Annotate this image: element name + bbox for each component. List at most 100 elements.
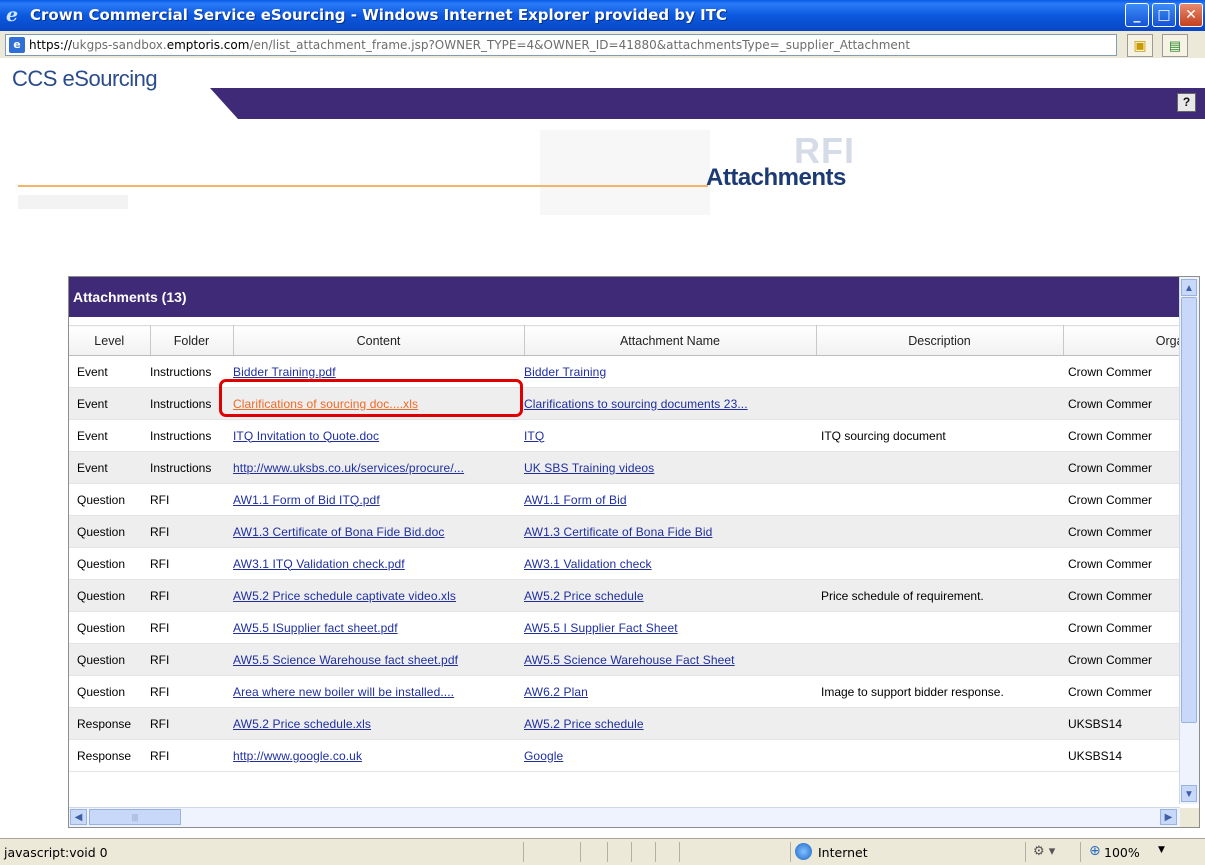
folder-cell: RFI bbox=[150, 748, 170, 763]
content-link[interactable]: Bidder Training.pdf bbox=[233, 365, 336, 379]
vertical-scrollbar[interactable]: ▲ ▼ bbox=[1179, 277, 1199, 804]
table-row: Question RFI AW1.3 Certificate of Bona Fid… bbox=[69, 515, 1199, 548]
zoom-level[interactable]: 100% bbox=[1104, 845, 1140, 860]
vertical-scroll-thumb[interactable] bbox=[1181, 297, 1197, 723]
description-column-cell bbox=[816, 515, 1063, 548]
organization-cell: Crown Commer bbox=[1068, 620, 1153, 635]
address-field[interactable]: e https://ukgps-sandbox.emptoris.com/en/l… bbox=[5, 34, 1117, 56]
level-column-cell: Event bbox=[69, 387, 150, 420]
content-column-cell: Area where new boiler will be installed.… bbox=[233, 675, 524, 708]
scroll-down-arrow-icon[interactable]: ▼ bbox=[1181, 785, 1197, 802]
table-row: Question RFI AW5.2 Price schedule captivat… bbox=[69, 579, 1199, 612]
scroll-up-arrow-icon[interactable]: ▲ bbox=[1181, 279, 1197, 296]
level-column-cell: Question bbox=[69, 643, 150, 676]
protected-mode-icon[interactable]: ⚙ ▾ bbox=[1033, 844, 1055, 859]
attachment-name-link[interactable]: Clarifications to sourcing documents 23.… bbox=[524, 397, 748, 411]
lock-icon[interactable]: ▣ bbox=[1127, 34, 1153, 57]
description-column-cell bbox=[816, 451, 1063, 484]
folder-cell: Instructions bbox=[150, 364, 212, 379]
maximize-button[interactable]: □ bbox=[1152, 3, 1176, 27]
folder-column-cell: RFI bbox=[150, 675, 233, 708]
close-button[interactable]: ✕ bbox=[1179, 3, 1203, 27]
column-header-level[interactable]: Level bbox=[69, 325, 151, 356]
description-column-cell bbox=[816, 707, 1063, 740]
scroll-right-arrow-icon[interactable]: ▶ bbox=[1160, 809, 1177, 825]
folder-column-cell: RFI bbox=[150, 611, 233, 644]
attachment-name-link[interactable]: AW6.2 Plan bbox=[524, 685, 588, 699]
table-row: Response RFI http://www.google.co.uk Google… bbox=[69, 739, 1199, 772]
level-column-cell: Question bbox=[69, 515, 150, 548]
folder-cell: RFI bbox=[150, 684, 170, 699]
content-link[interactable]: AW1.1 Form of Bid ITQ.pdf bbox=[233, 493, 380, 507]
content-link[interactable]: http://www.google.co.uk bbox=[233, 749, 362, 763]
attachment-name-link[interactable]: AW3.1 Validation check bbox=[524, 557, 652, 571]
attachment-name-link[interactable]: ITQ bbox=[524, 429, 544, 443]
scroll-corner bbox=[1180, 808, 1199, 827]
column-header-description[interactable]: Description bbox=[816, 325, 1064, 356]
folder-column-cell: Instructions bbox=[150, 419, 233, 452]
organization-cell: Crown Commer bbox=[1068, 460, 1153, 475]
content-link[interactable]: Area where new boiler will be installed.… bbox=[233, 685, 454, 699]
content-column-cell: AW3.1 ITQ Validation check.pdf bbox=[233, 547, 524, 580]
content-column-cell: AW5.2 Price schedule.xls bbox=[233, 707, 524, 740]
level-cell: Question bbox=[77, 492, 126, 507]
name-column-cell: AW1.1 Form of Bid bbox=[524, 483, 816, 516]
horizontal-scroll-thumb[interactable]: ||| bbox=[89, 809, 181, 825]
window-title-bar[interactable]: e Crown Commercial Service eSourcing - W… bbox=[0, 0, 1205, 31]
description-column-cell bbox=[816, 483, 1063, 516]
content-link[interactable]: http://www.uksbs.co.uk/services/procure/… bbox=[233, 461, 464, 475]
name-column-cell: AW5.5 Science Warehouse Fact Sheet bbox=[524, 643, 816, 676]
attachment-name-link[interactable]: AW5.2 Price schedule bbox=[524, 589, 644, 603]
content-link[interactable]: AW5.2 Price schedule.xls bbox=[233, 717, 371, 731]
help-icon[interactable]: ? bbox=[1177, 93, 1196, 112]
content-link[interactable]: AW5.5 Science Warehouse fact sheet.pdf bbox=[233, 653, 458, 667]
attachment-name-link[interactable]: Google bbox=[524, 749, 563, 763]
content-column-cell: http://www.uksbs.co.uk/services/procure/… bbox=[233, 451, 524, 484]
name-column-cell: Google bbox=[524, 739, 816, 772]
folder-cell: Instructions bbox=[150, 428, 212, 443]
folder-column-cell: RFI bbox=[150, 547, 233, 580]
content-link[interactable]: AW5.5 ISupplier fact sheet.pdf bbox=[233, 621, 398, 635]
ie-logo-icon: e bbox=[6, 4, 19, 26]
horizontal-scrollbar[interactable]: ◀ ||| ▶ bbox=[69, 807, 1180, 827]
level-column-cell: Question bbox=[69, 675, 150, 708]
content-link[interactable]: AW5.2 Price schedule captivate video.xls bbox=[233, 589, 456, 603]
organization-cell: Crown Commer bbox=[1068, 428, 1153, 443]
table-row: Question RFI AW1.1 Form of Bid ITQ.pdf AW1.… bbox=[69, 483, 1199, 516]
content-link[interactable]: ITQ Invitation to Quote.doc bbox=[233, 429, 379, 443]
attachment-name-link[interactable]: UK SBS Training videos bbox=[524, 461, 654, 475]
table-row: Event Instructions ITQ Invitation to Quote… bbox=[69, 419, 1199, 452]
organization-cell: Crown Commer bbox=[1068, 556, 1153, 571]
column-header-folder[interactable]: Folder bbox=[150, 325, 234, 356]
description-column-cell bbox=[816, 643, 1063, 676]
minimize-button[interactable]: _ bbox=[1125, 3, 1149, 27]
status-separator bbox=[580, 842, 581, 862]
content-link[interactable]: AW3.1 ITQ Validation check.pdf bbox=[233, 557, 405, 571]
status-separator bbox=[790, 842, 791, 862]
column-header-content[interactable]: Content bbox=[233, 325, 525, 356]
level-cell: Question bbox=[77, 684, 126, 699]
folder-column-cell: RFI bbox=[150, 515, 233, 548]
scroll-left-arrow-icon[interactable]: ◀ bbox=[70, 809, 87, 825]
attachment-name-link[interactable]: AW5.5 I Supplier Fact Sheet bbox=[524, 621, 678, 635]
header-decoration-small bbox=[18, 195, 128, 209]
zoom-icon[interactable]: ⊕ bbox=[1089, 843, 1101, 859]
level-column-cell: Question bbox=[69, 579, 150, 612]
name-column-cell: AW5.2 Price schedule bbox=[524, 707, 816, 740]
attachments-frame: Attachments (13) Level Folder Content At… bbox=[68, 276, 1200, 828]
content-link[interactable]: AW1.3 Certificate of Bona Fide Bid.doc bbox=[233, 525, 444, 539]
attachment-name-link[interactable]: Bidder Training bbox=[524, 365, 606, 379]
compatibility-icon[interactable]: ▤ bbox=[1162, 34, 1188, 57]
attachment-name-link[interactable]: AW1.3 Certificate of Bona Fide Bid bbox=[524, 525, 712, 539]
window-title: Crown Commercial Service eSourcing - Win… bbox=[30, 6, 727, 24]
column-header-attachment-name[interactable]: Attachment Name bbox=[524, 325, 817, 356]
attachment-name-link[interactable]: AW5.2 Price schedule bbox=[524, 717, 644, 731]
zoom-dropdown-icon[interactable]: ▼ bbox=[1158, 845, 1165, 855]
content-column-cell: AW1.3 Certificate of Bona Fide Bid.doc bbox=[233, 515, 524, 548]
address-bar: e https://ukgps-sandbox.emptoris.com/en/l… bbox=[0, 31, 1205, 59]
level-cell: Event bbox=[77, 460, 108, 475]
attachment-name-link[interactable]: AW5.5 Science Warehouse Fact Sheet bbox=[524, 653, 735, 667]
name-column-cell: AW5.2 Price schedule bbox=[524, 579, 816, 612]
description-column-cell bbox=[816, 611, 1063, 644]
attachment-name-link[interactable]: AW1.1 Form of Bid bbox=[524, 493, 627, 507]
